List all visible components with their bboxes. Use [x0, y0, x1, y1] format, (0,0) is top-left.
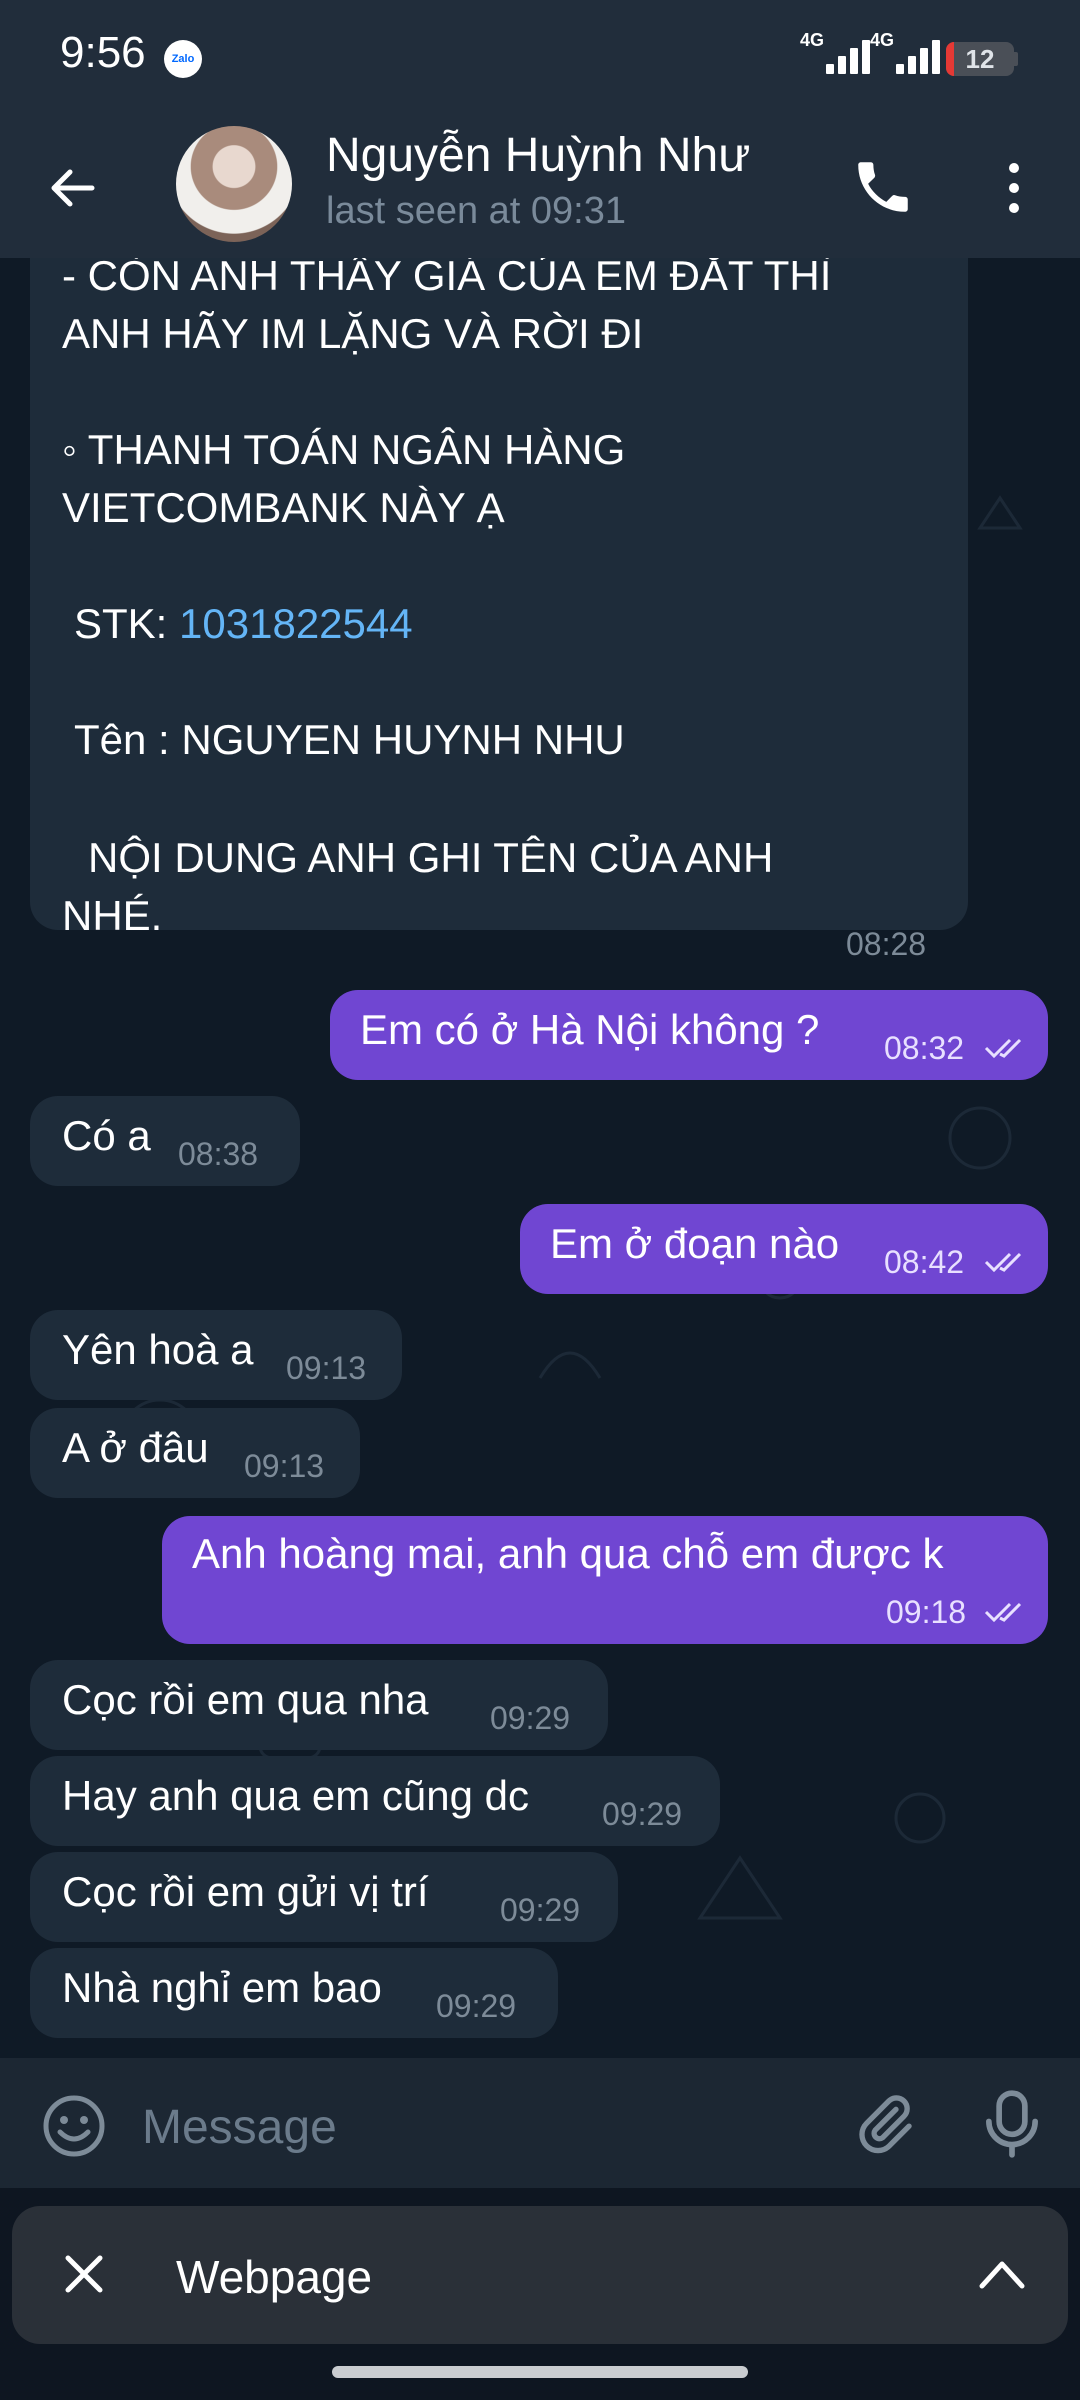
account-number-label: STK: [74, 600, 180, 647]
webpage-bar[interactable]: Webpage [12, 2206, 1068, 2344]
long-message-line-3: ◦ THANH TOÁN NGÂN HÀNG [62, 426, 626, 473]
message-text: Có a [62, 1112, 151, 1159]
double-check-icon [984, 1602, 1022, 1623]
back-arrow-icon[interactable] [44, 158, 104, 218]
message-time: 08:42 [884, 1244, 965, 1280]
message-text: Cọc rồi em qua nha [62, 1676, 429, 1723]
message-time: 09:29 [490, 1700, 571, 1736]
network-type-1: 4G [800, 30, 825, 50]
zalo-app-icon: Zalo [164, 40, 202, 78]
status-time: 9:56 [60, 28, 146, 77]
message-text: Nhà nghỉ em bao [62, 1964, 382, 2011]
message-text: Hay anh qua em cũng dc [62, 1772, 529, 1819]
message-time: 09:13 [244, 1448, 325, 1484]
message-time: 09:18 [886, 1594, 967, 1630]
battery-level: 12 [965, 43, 995, 74]
message-text: Em ở đoạn nào [550, 1220, 840, 1267]
long-message-line-1: - CÒN ANH THẤY GIÁ CỦA EM ĐẮT THÌ [62, 258, 832, 299]
network-type-2: 4G [870, 30, 895, 50]
webpage-label: Webpage [176, 2251, 373, 2303]
message-time: 09:29 [436, 1988, 517, 2024]
double-check-icon [984, 1252, 1022, 1273]
account-number-link[interactable]: 1031822544 [179, 600, 413, 647]
battery-nub [1014, 52, 1018, 66]
message-time: 08:32 [884, 1030, 965, 1066]
contact-avatar[interactable] [176, 126, 292, 242]
microphone-icon[interactable] [980, 2088, 1044, 2160]
account-number-line: STK: 1031822544 [74, 600, 413, 648]
message-time: 09:29 [602, 1796, 683, 1832]
phone-icon[interactable] [850, 154, 916, 220]
message-time: 08:28 [846, 926, 927, 962]
close-icon[interactable] [56, 2246, 112, 2302]
long-message-note-1: NỘI DUNG ANH GHI TÊN CỦA ANH [88, 834, 774, 881]
message-text: Yên hoà a [62, 1326, 254, 1373]
double-check-icon [984, 1038, 1022, 1059]
chat-header: Nguyễn Huỳnh Như last seen at 09:31 [0, 118, 1080, 258]
signal-2-icon: 4G [870, 30, 940, 74]
message-text: Anh hoàng mai, anh qua chỗ em được k [192, 1530, 944, 1577]
battery-icon: 12 [946, 42, 1014, 76]
message-time: 09:13 [286, 1350, 367, 1386]
message-time: 08:38 [178, 1136, 259, 1172]
account-name-line: Tên : NGUYEN HUYNH NHU [74, 716, 625, 763]
message-text: Cọc rồi em gửi vị trí [62, 1868, 429, 1915]
paperclip-icon[interactable] [852, 2092, 916, 2156]
chevron-up-icon[interactable] [972, 2250, 1032, 2300]
message-composer [0, 2058, 1080, 2188]
status-bar: 9:56 Zalo 4G 4G 12 [0, 0, 1080, 118]
chat-area[interactable]: - CÒN ANH THẤY GIÁ CỦA EM ĐẮT THÌ ANH HÃ… [0, 258, 1080, 2058]
long-message-line-4: VIETCOMBANK NÀY Ạ [62, 484, 505, 531]
more-vert-icon[interactable] [1000, 158, 1028, 218]
contact-name[interactable]: Nguyễn Huỳnh Như [326, 128, 750, 183]
long-message-line-2: ANH HÃY IM LẶNG VÀ RỜI ĐI [62, 310, 644, 357]
message-text: A ở đâu [62, 1424, 209, 1471]
message-input[interactable] [140, 2086, 804, 2168]
long-message-note-2: NHÉ. [62, 892, 163, 939]
message-time: 09:29 [500, 1892, 581, 1928]
message-text: Em có ở Hà Nội không ? [360, 1006, 820, 1053]
signal-1-icon: 4G [800, 30, 870, 74]
message-bubble-bank-info[interactable] [30, 258, 968, 930]
last-seen-status: last seen at 09:31 [326, 190, 626, 232]
emoji-icon[interactable] [40, 2092, 108, 2160]
home-indicator[interactable] [332, 2366, 748, 2378]
